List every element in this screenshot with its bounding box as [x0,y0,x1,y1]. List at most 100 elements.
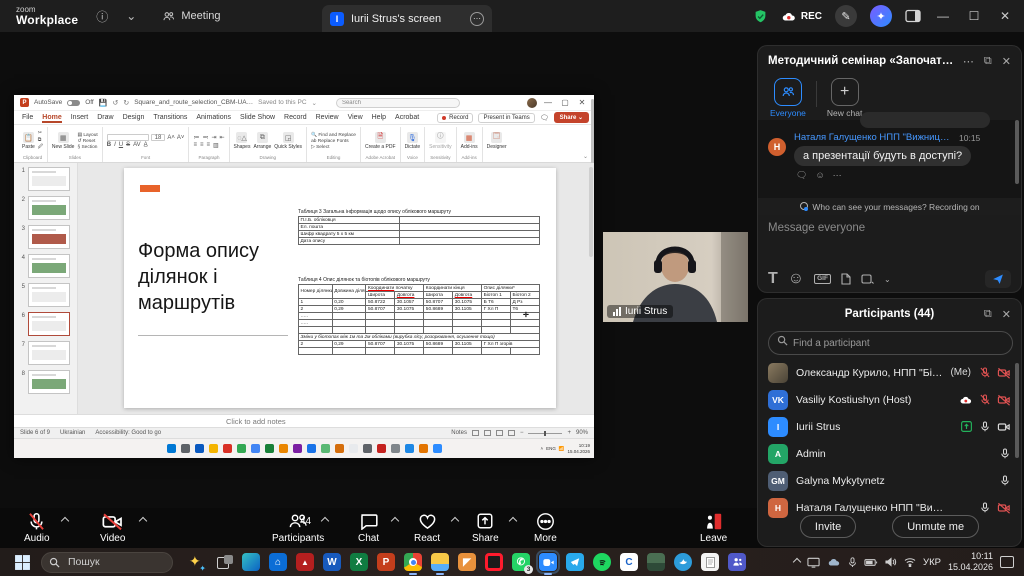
chat-more-icon[interactable]: ⋯ [963,55,974,68]
chat-input-area[interactable]: Message everyone T ☺ GIF ⌄ [758,215,1021,293]
chat-privacy-notice[interactable]: Who can see your messages? Recording on [758,198,1021,215]
format-text-icon[interactable]: T [768,270,778,288]
zoom-level[interactable]: 90% [576,430,588,436]
task-view-icon[interactable] [217,555,233,569]
section-button[interactable]: § Section [77,145,97,150]
find-replace-button[interactable]: 🔍 Find and Replace [311,133,356,138]
menu-acrobat[interactable]: Acrobat [395,114,419,121]
cast-screen-icon[interactable] [807,557,820,568]
slide-number-status[interactable]: Slide 6 of 9 [20,430,50,436]
unmute-me-button[interactable]: Unmute me [892,515,979,538]
thumbnail-preview[interactable] [28,283,70,307]
new-slide-button[interactable]: ▦New Slide [52,132,75,150]
shared-taskbar-app-icon[interactable] [251,444,260,453]
shared-taskbar-app-icon[interactable] [181,444,190,453]
shared-taskbar-app-icon[interactable] [377,444,386,453]
audio-control[interactable]: Audio [24,511,50,544]
chat-control[interactable]: Chat [358,511,379,544]
text-color-icon[interactable]: A̲ [144,142,148,148]
align-left-icon[interactable]: ≡ [193,142,197,149]
add-reaction-icon[interactable]: ☺ [815,170,824,181]
chevron-down-icon[interactable]: ⌄ [126,9,136,23]
tab-options-icon[interactable]: ⋯ [470,12,484,26]
participants-popout-icon[interactable]: ⧉ [984,308,992,321]
slide-thumbnail[interactable]: 4 [18,254,75,278]
underline-button[interactable]: U [119,142,123,148]
react-options-chevron[interactable] [451,517,459,525]
slide-thumbnail[interactable]: 3 [18,225,75,249]
present-in-teams-button[interactable]: Present in Teams [478,113,534,123]
security-shield-icon[interactable] [753,9,768,24]
shared-taskbar-app-icon[interactable] [363,444,372,453]
start-button[interactable] [14,554,31,571]
char-spacing-icon[interactable]: AV [133,142,141,148]
menu-animations[interactable]: Animations [196,114,231,121]
thumbnail-preview[interactable] [28,341,70,365]
thumbnail-preview[interactable] [28,254,70,278]
edge-icon[interactable] [242,553,260,571]
strikethrough-button[interactable]: S [126,142,130,148]
paste-button[interactable]: 📋Paste [22,132,35,150]
chat-options-chevron[interactable] [391,517,399,525]
dictate-button[interactable]: 🎙Dictate [405,132,421,150]
message-sender[interactable]: Наталя Галущенко НПП "Вижницький" [794,132,954,143]
chat-close-icon[interactable]: ✕ [1002,55,1011,68]
shared-taskbar-app-icon[interactable] [237,444,246,453]
shared-taskbar-app-icon[interactable] [321,444,330,453]
layout-button[interactable]: ▤ Layout [77,133,97,138]
notes-toggle[interactable]: Notes [451,430,467,436]
font-name-select[interactable] [107,134,149,141]
shared-taskbar-app-icon[interactable] [195,444,204,453]
shared-taskbar-app-icon[interactable] [293,444,302,453]
video-control[interactable]: Video [100,511,125,544]
menu-record[interactable]: Record [284,114,307,121]
ppt-close-button[interactable]: ✕ [576,98,588,107]
indent-icon[interactable]: ⇥ [211,134,216,141]
copilot-icon[interactable]: ✦✦ [187,553,205,571]
shrink-font-icon[interactable]: A˅ [177,135,185,141]
bullets-icon[interactable]: ≔ [193,134,199,141]
send-button[interactable] [985,270,1011,288]
message-more-icon[interactable]: ⋯ [833,170,842,181]
ppt-user-avatar[interactable] [527,98,537,108]
shared-taskbar-app-icon[interactable] [307,444,316,453]
react-control[interactable]: React [414,511,440,544]
maximize-button[interactable]: ☐ [965,9,983,23]
c-browser-icon[interactable]: C [620,553,638,571]
copy-icon[interactable]: ⧉ [38,137,43,143]
telegram-icon[interactable] [566,553,584,571]
comments-icon[interactable]: 🗨 [540,114,549,122]
font-size-select[interactable]: 18 [151,134,166,141]
accessibility-status[interactable]: Accessibility: Good to go [95,430,161,436]
participant-row[interactable]: A Admin [758,440,1021,467]
outdent-icon[interactable]: ⇤ [219,134,224,141]
tray-chevron-icon[interactable] [793,558,801,566]
save-icon[interactable]: 💾 [99,99,108,107]
cut-icon[interactable]: ✂ [38,131,43,136]
teams-icon[interactable] [728,553,746,571]
shared-taskbar-app-icon[interactable] [265,444,274,453]
ribbon-collapse-icon[interactable]: ⌄ [581,151,590,162]
reading-view-icon[interactable] [496,430,503,436]
language-indicator[interactable]: УКР [923,557,941,568]
opera-icon[interactable] [485,553,503,571]
saved-status[interactable]: Saved to this PC [258,99,306,106]
arrange-button[interactable]: ⧉Arrange [253,132,271,150]
chat-scrollbar[interactable] [1015,120,1019,184]
chat-tab-everyone[interactable]: Everyone [770,78,806,118]
zoom-app-icon[interactable] [539,553,557,571]
leave-control[interactable]: Leave [700,511,727,544]
more-control[interactable]: More [534,511,557,544]
gif-icon[interactable]: GIF [814,274,831,284]
onedrive-icon[interactable] [827,557,841,567]
ppt-search-input[interactable] [336,98,460,108]
numbering-icon[interactable]: ≕ [202,134,208,141]
video-options-chevron[interactable] [139,517,147,525]
shared-taskbar-app-icon[interactable] [209,444,218,453]
reply-icon[interactable]: 🗨 [796,170,807,181]
grow-font-icon[interactable]: A˄ [167,135,175,141]
minimize-button[interactable]: — [934,9,952,23]
shared-taskbar-app-icon[interactable] [223,444,232,453]
powerpoint-icon[interactable]: P [377,553,395,571]
menu-view[interactable]: View [348,114,363,121]
